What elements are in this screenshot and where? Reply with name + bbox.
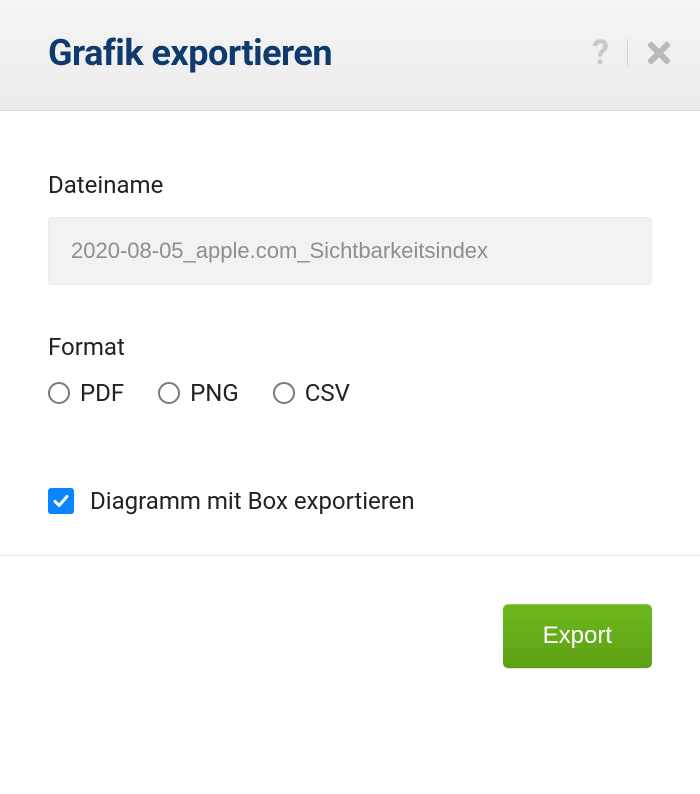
- dialog-body: Dateiname Format PDF PNG CSV Diagramm: [0, 111, 700, 555]
- close-icon[interactable]: [646, 40, 672, 66]
- divider: [627, 39, 628, 67]
- filename-section: Dateiname: [48, 171, 652, 285]
- checkbox-checked-icon: [48, 488, 74, 514]
- format-section: Format PDF PNG CSV: [48, 333, 652, 407]
- radio-label: PNG: [190, 379, 239, 407]
- checkbox-label: Diagramm mit Box exportieren: [90, 487, 415, 515]
- export-with-box-checkbox[interactable]: Diagramm mit Box exportieren: [48, 487, 652, 515]
- filename-label: Dateiname: [48, 171, 652, 199]
- dialog-footer: Export: [0, 555, 700, 694]
- radio-label: CSV: [305, 379, 350, 407]
- radio-png[interactable]: PNG: [158, 379, 239, 407]
- radio-icon: [273, 382, 295, 404]
- export-button[interactable]: Export: [503, 604, 652, 668]
- help-icon[interactable]: ?: [592, 36, 609, 70]
- format-radio-group: PDF PNG CSV: [48, 379, 652, 407]
- radio-csv[interactable]: CSV: [273, 379, 350, 407]
- dialog-header: Grafik exportieren ?: [0, 0, 700, 111]
- radio-label: PDF: [80, 379, 124, 407]
- dialog-title: Grafik exportieren: [48, 32, 332, 74]
- header-actions: ?: [592, 36, 672, 70]
- filename-input[interactable]: [48, 217, 652, 285]
- radio-icon: [48, 382, 70, 404]
- radio-pdf[interactable]: PDF: [48, 379, 124, 407]
- radio-icon: [158, 382, 180, 404]
- format-label: Format: [48, 333, 652, 361]
